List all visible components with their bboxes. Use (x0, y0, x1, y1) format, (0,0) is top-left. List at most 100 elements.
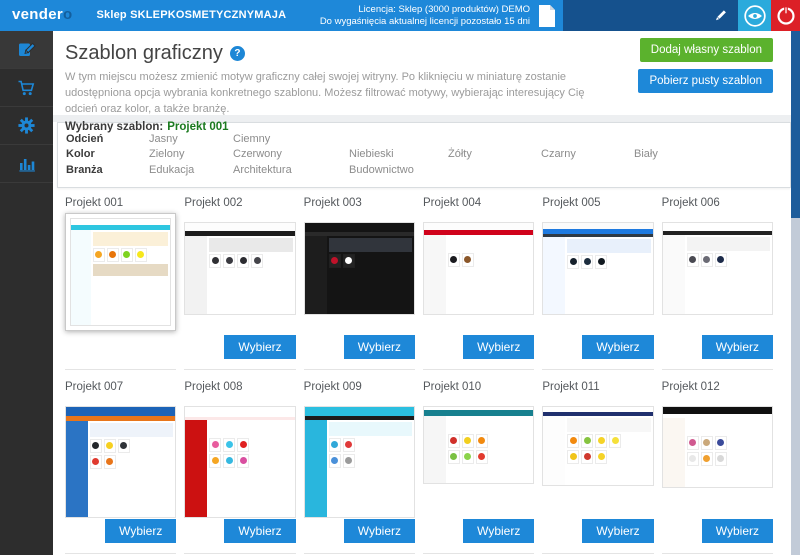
edit-pencil-icon[interactable] (702, 0, 738, 31)
select-template-button[interactable]: Wybierz (463, 335, 534, 359)
select-template-button[interactable]: Wybierz (702, 519, 773, 543)
license-info: Licencja: Sklep (3000 produktów) DEMO Do… (320, 0, 530, 31)
thumbnail-product-dot (95, 251, 102, 258)
select-template-button[interactable]: Wybierz (344, 519, 415, 543)
thumbnail-product-dot (109, 251, 116, 258)
template-thumb-wrap (304, 222, 415, 315)
thumbnail-content (327, 236, 414, 314)
template-thumbnail[interactable] (542, 222, 653, 315)
thumbnail-product-dot (612, 437, 619, 444)
select-template-button[interactable]: Wybierz (463, 519, 534, 543)
logo-o-accent: o (63, 6, 72, 23)
template-thumbnail[interactable] (184, 222, 295, 315)
thumbnail-product-dot (584, 453, 591, 460)
template-thumb-wrap (184, 222, 295, 315)
template-thumbnail[interactable] (542, 406, 653, 486)
filter-option[interactable]: Jasny (149, 133, 233, 145)
template-card: Projekt 010Wybierz (423, 378, 534, 554)
template-thumbnail[interactable] (70, 218, 171, 326)
template-thumbnail[interactable] (304, 222, 415, 315)
sidebar (0, 31, 53, 555)
thumbnail-product-dot (226, 257, 233, 264)
thumbnail-product-dot (106, 458, 113, 465)
select-template-button[interactable]: Wybierz (224, 519, 295, 543)
thumbnail-map-section (93, 264, 168, 276)
thumbnail-sidebar (71, 230, 91, 325)
filter-option[interactable]: Budownictwo (349, 164, 448, 176)
select-template-button[interactable]: Wybierz (105, 519, 176, 543)
template-title: Projekt 008 (184, 378, 295, 393)
filter-option[interactable]: Ciemny (233, 133, 349, 145)
logout-power-button[interactable] (771, 0, 800, 31)
thumbnail-product-dot (254, 257, 261, 264)
help-icon[interactable]: ? (230, 46, 245, 61)
select-template-button[interactable]: Wybierz (582, 335, 653, 359)
thumbnail-product-dot (570, 437, 577, 444)
download-empty-template-button[interactable]: Pobierz pusty szablon (638, 69, 773, 93)
thumbnail-hero (209, 238, 292, 252)
filter-option[interactable]: Niebieski (349, 148, 448, 160)
filter-row: BranżaEdukacjaArchitekturaBudownictwo (66, 162, 790, 178)
template-thumb-wrap (542, 222, 653, 315)
thumbnail-band (66, 407, 175, 416)
thumbnail-content (327, 420, 414, 517)
filter-row: OdcieńJasnyCiemny (66, 131, 790, 147)
thumbnail-sidebar (66, 421, 88, 517)
scrollbar-thumb[interactable] (791, 31, 800, 218)
thumbnail-hero (93, 232, 168, 246)
select-template-button[interactable]: Wybierz (582, 519, 653, 543)
thumbnail-sidebar (185, 420, 207, 517)
sidebar-item-templates[interactable] (0, 31, 53, 69)
topbar-spacer (286, 0, 320, 31)
thumbnail-hero (567, 239, 650, 253)
template-thumb-wrap (65, 406, 176, 518)
thumbnail-product-dot (331, 457, 338, 464)
template-thumbnail[interactable] (304, 406, 415, 518)
filter-option[interactable]: Edukacja (149, 164, 233, 176)
template-card: Projekt 003Wybierz (304, 194, 415, 370)
template-thumbnail[interactable] (662, 406, 773, 488)
template-thumbnail[interactable] (423, 406, 534, 484)
gear-icon (17, 116, 36, 135)
thumbnail-product-dot (345, 257, 352, 264)
thumbnail-hero (448, 418, 531, 432)
filter-option[interactable]: Żółty (448, 148, 541, 160)
thumbnail-product-dot (598, 437, 605, 444)
add-own-template-button[interactable]: Dodaj własny szablon (640, 38, 773, 62)
main-content: Szablon graficzny ? W tym miejscu możesz… (53, 31, 800, 555)
template-thumbnail[interactable] (184, 406, 295, 518)
sidebar-item-settings[interactable] (0, 107, 53, 145)
template-thumbnail[interactable] (423, 222, 534, 315)
sidebar-item-orders[interactable] (0, 69, 53, 107)
thumbnail-content (88, 421, 175, 517)
select-template-button[interactable]: Wybierz (702, 335, 773, 359)
thumbnail-product-dot (92, 458, 99, 465)
thumbnail-product-dot (123, 251, 130, 258)
vertical-scrollbar[interactable] (791, 31, 800, 555)
preview-eye-button[interactable] (738, 0, 771, 31)
filter-option[interactable]: Biały (634, 148, 790, 160)
thumbnail-content (685, 235, 772, 314)
select-template-button[interactable]: Wybierz (224, 335, 295, 359)
license-document-icon[interactable] (537, 4, 557, 31)
select-template-button[interactable]: Wybierz (344, 335, 415, 359)
template-card: Projekt 008 Wybierz (184, 378, 295, 554)
vendero-logo[interactable]: vendero (0, 0, 72, 31)
thumbnail-product-dot (345, 457, 352, 464)
template-thumbnail[interactable] (65, 406, 176, 518)
template-title: Projekt 001 (65, 194, 176, 209)
thumbnail-hero (567, 418, 650, 432)
thumbnail-product-dot (240, 457, 247, 464)
template-thumbnail[interactable] (662, 222, 773, 315)
filter-option[interactable]: Zielony (149, 148, 233, 160)
thumbnail-product-dot (464, 256, 471, 263)
filter-option[interactable]: Czarny (541, 148, 634, 160)
sidebar-item-stats[interactable] (0, 145, 53, 183)
filter-option[interactable]: Architektura (233, 164, 349, 176)
thumbnail-product-dot (464, 437, 471, 444)
thumbnail-product-dot (598, 453, 605, 460)
filter-option[interactable]: Czerwony (233, 148, 349, 160)
thumbnail-hero (90, 423, 173, 437)
page-title: Szablon graficzny (65, 42, 223, 65)
selected-template-line: Wybrany szablon:Projekt 001 (65, 121, 800, 133)
